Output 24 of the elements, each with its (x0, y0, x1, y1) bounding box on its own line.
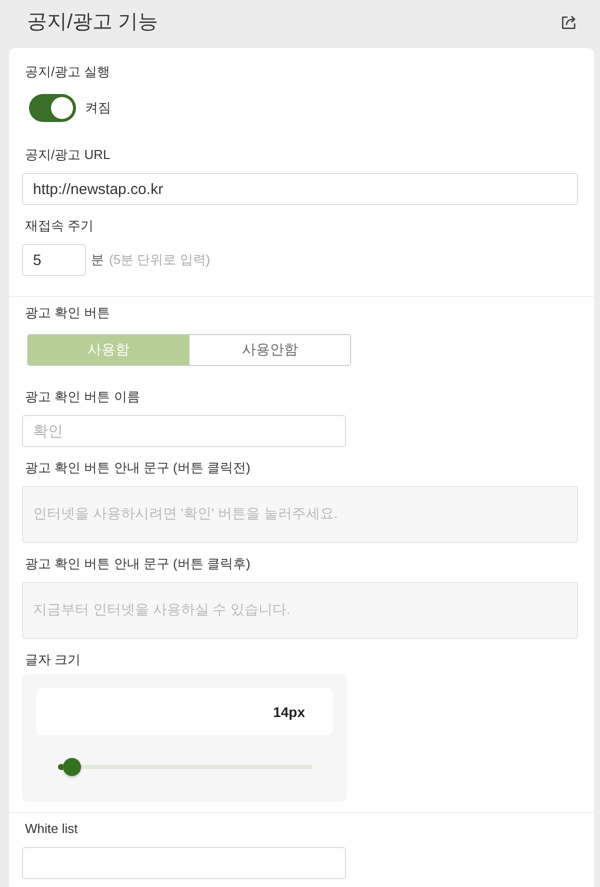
field-label: 광고 확인 버튼 이름 (24, 389, 140, 405)
text-field[interactable]: 확인 (22, 415, 346, 447)
slider-thumb[interactable] (62, 758, 81, 776)
font-size-readout: 14px (36, 688, 333, 735)
field-label: 광고 확인 버튼 안내 문구 (버튼 클릭전) (24, 460, 250, 476)
field-label: White list (24, 821, 78, 837)
field-label: 재접속 주기 (24, 218, 94, 234)
unit-label: 분 (91, 251, 104, 269)
page-title: 공지/광고 기능 (27, 10, 158, 35)
text-field[interactable] (22, 847, 346, 879)
field-label: 광고 확인 버튼 (24, 305, 110, 321)
field-label: 공지/광고 실행 (24, 64, 110, 80)
hint-text: (5분 단위로 입력) (109, 251, 210, 269)
field-label: 공지/광고 URL (24, 147, 110, 163)
field-label: 글자 크기 (24, 652, 81, 668)
toggle-switch[interactable] (29, 94, 76, 122)
number-field[interactable]: 5 (22, 244, 86, 276)
text-area-field[interactable]: 지금부터 인터넷을 사용하실 수 있습니다. (22, 582, 578, 639)
segment-button[interactable]: 사용안함 (188, 335, 350, 365)
text-area-field[interactable]: 인터넷을 사용하시려면 '확인' 버튼을 눌러주세요. (22, 486, 578, 543)
url-field[interactable]: http://newstap.co.kr (22, 173, 578, 205)
share-icon[interactable] (561, 14, 577, 30)
field-label: 광고 확인 버튼 안내 문구 (버튼 클릭후) (24, 556, 250, 572)
toggle-state-text: 켜짐 (85, 99, 111, 117)
